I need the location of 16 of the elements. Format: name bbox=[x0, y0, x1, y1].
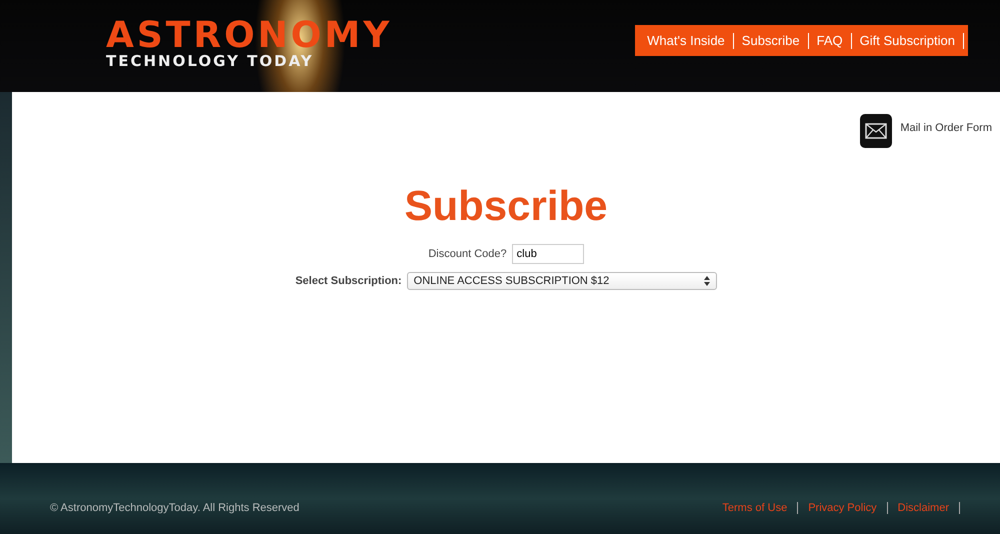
nav-link[interactable]: Subscribe bbox=[734, 32, 809, 48]
stepper-icon bbox=[704, 276, 710, 286]
page-heading: Subscribe bbox=[404, 182, 608, 230]
footer-link[interactable]: Terms of Use bbox=[712, 502, 798, 514]
subscription-label: Select Subscription: bbox=[295, 275, 402, 287]
mail-order-link[interactable]: Mail in Order Form bbox=[900, 122, 992, 134]
nav-link[interactable]: Gift Subscription bbox=[852, 32, 964, 48]
footer-link[interactable]: Disclaimer bbox=[888, 502, 960, 514]
nav-link[interactable]: What's Inside bbox=[639, 32, 734, 48]
subscription-select[interactable]: ONLINE ACCESS SUBSCRIPTION $12 bbox=[406, 272, 717, 290]
nav-link[interactable]: FAQ bbox=[808, 32, 852, 48]
footer-link[interactable]: Privacy Policy bbox=[798, 502, 888, 514]
copyright-text: © AstronomyTechnologyToday. All Rights Reserved bbox=[50, 502, 300, 514]
discount-label: Discount Code? bbox=[428, 248, 507, 260]
envelope-icon[interactable] bbox=[860, 114, 892, 148]
discount-field[interactable]: club bbox=[512, 244, 584, 264]
